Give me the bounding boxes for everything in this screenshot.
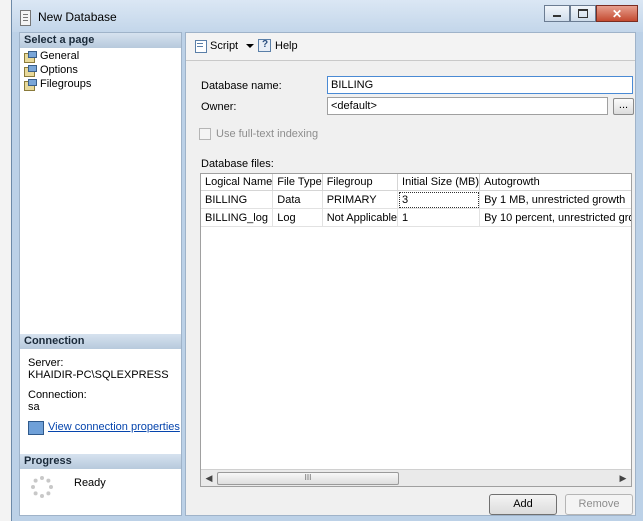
logical-name-cell[interactable]: BILLING xyxy=(201,190,274,209)
owner-label: Owner: xyxy=(201,101,237,113)
help-label: Help xyxy=(275,39,298,52)
initial-size-cell[interactable]: 3 xyxy=(397,190,481,209)
column-header[interactable]: Initial Size (MB) xyxy=(397,174,481,191)
scroll-right-icon[interactable]: ▶ xyxy=(615,470,631,486)
connection-properties-icon xyxy=(28,421,44,435)
connection-header: Connection xyxy=(20,334,181,349)
database-name-label: Database name: xyxy=(201,80,282,92)
page-item-label: Options xyxy=(40,64,78,76)
initial-size-cell[interactable]: 1 xyxy=(397,208,481,227)
page-item-general[interactable]: General xyxy=(24,49,79,63)
fulltext-checkbox[interactable] xyxy=(199,128,211,140)
table-header-row: Logical Name File Type Filegroup Initial… xyxy=(201,174,631,191)
file-type-cell[interactable]: Log xyxy=(272,208,323,227)
fulltext-label: Use full-text indexing xyxy=(216,128,319,140)
column-header[interactable]: Logical Name xyxy=(201,174,274,191)
left-pane: Select a page General Options Filegroups… xyxy=(19,32,182,516)
database-files-label: Database files: xyxy=(201,158,274,170)
minimize-button[interactable] xyxy=(544,5,570,22)
connection-value: sa xyxy=(28,401,40,413)
chevron-down-icon xyxy=(246,43,255,48)
column-header[interactable]: Autogrowth xyxy=(479,174,631,191)
logical-name-cell[interactable]: BILLING_log xyxy=(201,208,274,227)
page-icon xyxy=(24,64,37,77)
right-pane: Script Help Database name: BILLING Owner… xyxy=(185,32,636,516)
autogrowth-cell[interactable]: By 10 percent, unrestricted growth xyxy=(479,208,631,227)
database-files-table: Logical Name File Type Filegroup Initial… xyxy=(201,174,631,227)
select-page-header: Select a page xyxy=(20,33,181,48)
help-icon xyxy=(258,39,271,52)
new-database-window: New Database ✕ Select a page General Opt… xyxy=(11,0,643,521)
view-connection-properties-link[interactable]: View connection properties xyxy=(48,421,180,433)
window-title: New Database xyxy=(38,10,117,24)
add-button[interactable]: Add xyxy=(489,494,557,515)
filegroup-cell[interactable]: Not Applicable xyxy=(322,208,399,227)
script-button[interactable]: Script xyxy=(194,39,255,53)
page-item-options[interactable]: Options xyxy=(24,63,78,77)
script-icon xyxy=(194,39,207,53)
database-name-input[interactable]: BILLING xyxy=(327,76,633,94)
database-files-grid: Logical Name File Type Filegroup Initial… xyxy=(200,173,632,487)
table-row[interactable]: BILLING_log Log Not Applicable 1 By 10 p… xyxy=(201,208,631,227)
connection-label: Connection: xyxy=(28,389,87,401)
close-icon: ✕ xyxy=(611,6,623,21)
autogrowth-cell[interactable]: By 1 MB, unrestricted growth xyxy=(479,190,631,209)
file-type-cell[interactable]: Data xyxy=(272,190,323,209)
help-button[interactable]: Help xyxy=(258,39,298,52)
progress-header: Progress xyxy=(20,454,181,469)
page-item-label: General xyxy=(40,50,80,62)
maximize-button[interactable] xyxy=(570,5,596,22)
filegroup-cell[interactable]: PRIMARY xyxy=(322,190,399,209)
owner-browse-button[interactable]: ... xyxy=(613,98,634,115)
page-item-filegroups[interactable]: Filegroups xyxy=(24,77,91,91)
table-row[interactable]: BILLING Data PRIMARY 3 By 1 MB, unrestri… xyxy=(201,190,631,209)
server-value: KHAIDIR-PC\SQLEXPRESS xyxy=(28,369,169,381)
remove-button[interactable]: Remove xyxy=(565,494,633,515)
script-label: Script xyxy=(210,39,239,52)
close-button[interactable]: ✕ xyxy=(596,5,638,22)
page-item-label: Filegroups xyxy=(40,78,92,90)
column-header[interactable]: Filegroup xyxy=(322,174,399,191)
maximize-icon xyxy=(578,9,588,18)
minimize-icon xyxy=(553,15,561,17)
owner-input[interactable]: <default> xyxy=(327,97,608,115)
horizontal-scrollbar[interactable]: ◀ III ▶ xyxy=(201,469,631,486)
page-icon xyxy=(24,78,37,91)
progress-status: Ready xyxy=(74,477,106,489)
database-document-icon xyxy=(20,10,31,26)
progress-spinner-icon xyxy=(31,476,53,498)
scroll-left-icon[interactable]: ◀ xyxy=(201,470,217,486)
title-bar[interactable]: New Database ✕ xyxy=(12,0,643,32)
column-header[interactable]: File Type xyxy=(272,174,323,191)
scroll-thumb[interactable]: III xyxy=(217,472,399,485)
page-icon xyxy=(24,50,37,63)
toolbar: Script Help xyxy=(186,33,635,61)
server-label: Server: xyxy=(28,357,64,369)
